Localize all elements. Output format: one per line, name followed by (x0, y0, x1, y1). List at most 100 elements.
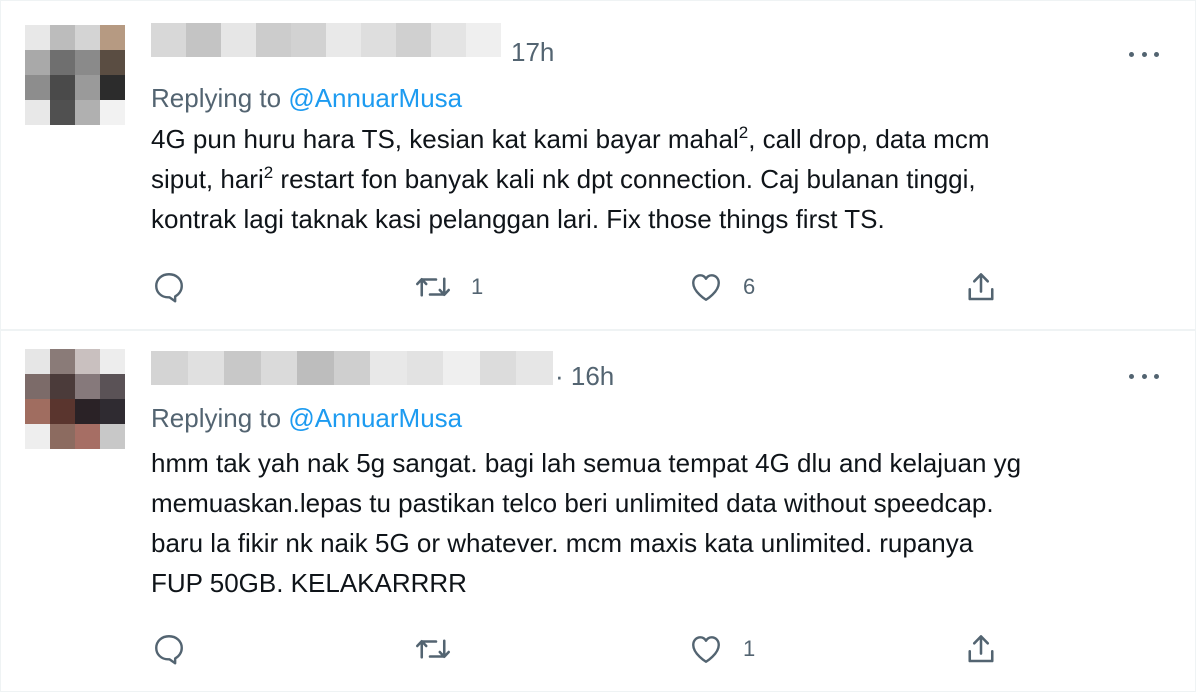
avatar-pixel (50, 25, 75, 50)
avatar-pixel (75, 100, 100, 125)
avatar-pixel (50, 50, 75, 75)
tweet-text: 4G pun huru hara TS, kesian kat kami bay… (151, 119, 1161, 239)
reply-button[interactable] (151, 629, 205, 669)
avatar-pixel (25, 75, 50, 100)
reply-button[interactable] (151, 267, 205, 307)
retweet-button[interactable] (413, 629, 471, 669)
avatar-pixel (100, 349, 125, 374)
share-icon (968, 635, 994, 663)
retweet-count: 1 (471, 274, 484, 299)
avatar-pixel (50, 424, 75, 449)
blur-block (221, 23, 256, 57)
avatar-pixel (100, 100, 125, 125)
blur-block (361, 23, 396, 57)
avatar[interactable] (25, 349, 125, 449)
like-button[interactable]: 6 (687, 267, 755, 307)
tweet[interactable]: 17h Replying to @AnnuarMusa 4G pun huru … (1, 9, 1195, 329)
blur-block (326, 23, 361, 57)
avatar-pixel (75, 75, 100, 100)
avatar-pixel (25, 374, 50, 399)
blur-block (431, 23, 466, 57)
avatar-pixel (100, 75, 125, 100)
tweet-timestamp[interactable]: 17h (511, 37, 554, 68)
replying-to: Replying to @AnnuarMusa (151, 83, 462, 114)
blur-block (224, 351, 261, 385)
tweet-text-line: kontrak lagi taknak kasi pelanggan lari.… (151, 204, 885, 234)
avatar-pixel (75, 50, 100, 75)
avatar-pixel (25, 399, 50, 424)
blur-block (187, 351, 225, 385)
blur-block (443, 351, 480, 385)
reply-icon (155, 635, 183, 665)
reply-icon (155, 273, 183, 303)
avatar-pixel (75, 349, 100, 374)
share-icon (968, 273, 994, 301)
blur-block (297, 351, 334, 385)
replying-to-label: Replying to (151, 83, 282, 113)
blur-block (291, 23, 326, 57)
avatar-pixel (75, 374, 100, 399)
tweet-text: hmm tak yah nak 5g sangat. bagi lah semu… (151, 443, 1161, 603)
retweet-icon (415, 277, 451, 297)
tweet-actions: 1 6 (151, 267, 1011, 307)
blur-block (151, 351, 188, 385)
like-count: 6 (743, 274, 756, 299)
avatar-pixel (100, 399, 125, 424)
avatar-pixel (25, 50, 50, 75)
blur-block (516, 351, 554, 385)
blur-block (370, 351, 407, 385)
like-icon (692, 636, 720, 663)
tweet[interactable]: · 16h Replying to @AnnuarMusa hmm tak ya… (1, 331, 1195, 693)
tweet-actions: 1 (151, 629, 1011, 669)
avatar-pixel (25, 349, 50, 374)
blur-block (260, 351, 298, 385)
tweet-text-line: siput, hari2 restart fon banyak kali nk … (151, 163, 976, 194)
avatar-pixel (50, 374, 75, 399)
blur-block (333, 351, 371, 385)
avatar-pixel (25, 100, 50, 125)
avatar-pixel (100, 50, 125, 75)
replying-to-handle[interactable]: @AnnuarMusa (288, 403, 462, 433)
tweet-text-line: baru la fikir nk naik 5G or whatever. mc… (151, 528, 974, 558)
like-icon (692, 274, 720, 301)
like-count: 1 (743, 636, 756, 661)
retweet-icon (415, 639, 451, 659)
avatar-pixel (75, 424, 100, 449)
avatar-pixel (25, 424, 50, 449)
more-icon[interactable] (1129, 49, 1159, 59)
replying-to: Replying to @AnnuarMusa (151, 403, 462, 434)
tweet-text-line: 4G pun huru hara TS, kesian kat kami bay… (151, 123, 990, 154)
more-icon[interactable] (1129, 371, 1159, 381)
tweet-timestamp[interactable]: · 16h (555, 361, 614, 392)
blur-block (466, 23, 501, 57)
like-button[interactable]: 1 (687, 629, 755, 669)
avatar-pixel (50, 349, 75, 374)
avatar-pixel (50, 75, 75, 100)
tweet-text-line: FUP 50GB. KELAKARRRR (151, 568, 467, 598)
blurred-display-name[interactable] (151, 351, 554, 385)
share-button[interactable] (963, 629, 999, 669)
blurred-display-name[interactable] (151, 23, 501, 57)
avatar-pixel (25, 25, 50, 50)
tweet-text-line: memuaskan.lepas tu pastikan telco beri u… (151, 488, 994, 518)
share-button[interactable] (963, 267, 999, 307)
avatar-pixel (100, 25, 125, 50)
avatar-pixel (75, 399, 100, 424)
blur-block (151, 23, 186, 57)
avatar-pixel (50, 100, 75, 125)
blur-block (396, 23, 431, 57)
tweet-text-line: hmm tak yah nak 5g sangat. bagi lah semu… (151, 448, 1022, 478)
blur-block (186, 23, 221, 57)
avatar[interactable] (25, 25, 125, 125)
avatar-pixel (75, 25, 100, 50)
blur-block (256, 23, 291, 57)
avatar-pixel (50, 399, 75, 424)
avatar-pixel (100, 374, 125, 399)
blur-block (406, 351, 444, 385)
reply-thread: 17h Replying to @AnnuarMusa 4G pun huru … (0, 0, 1196, 692)
replying-to-label: Replying to (151, 403, 282, 433)
replying-to-handle[interactable]: @AnnuarMusa (288, 83, 462, 113)
retweet-button[interactable]: 1 (413, 267, 483, 307)
avatar-pixel (100, 424, 125, 449)
blur-block (479, 351, 517, 385)
